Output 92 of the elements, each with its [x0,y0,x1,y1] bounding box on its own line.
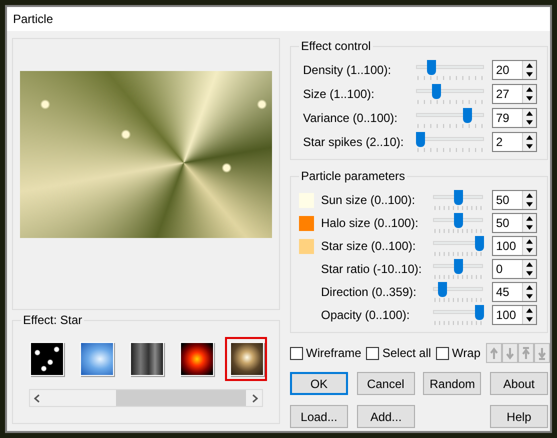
slider-thumb[interactable] [454,213,463,228]
slider[interactable] [416,84,484,99]
slider-thumb[interactable] [427,60,436,75]
slider-label: Star ratio (-10..10): [321,261,423,278]
arrow-icon [488,346,500,360]
spin-arrows-icon[interactable] [522,133,536,151]
slider-label: Density (1..100): [303,62,392,79]
dialog-button[interactable]: Cancel [356,372,415,395]
arrow-icon [504,346,516,360]
tick-marks [433,229,483,233]
spin-arrows-icon[interactable] [522,85,536,103]
window-title: Particle [13,11,54,28]
spin-value: 50 [495,215,510,232]
spin-field[interactable]: 50 [492,213,537,233]
spin-field[interactable]: 100 [492,236,537,256]
slider-label: Size (1..100): [303,86,376,103]
spin-value: 2 [495,134,504,151]
checkbox-label: Select all [382,345,432,362]
arrow-icon [536,346,548,360]
spin-arrows-icon[interactable] [522,237,536,255]
slider-thumb[interactable] [475,305,484,320]
slider[interactable] [433,282,483,297]
spin-value: 100 [495,238,518,255]
checkbox-label: Wireframe [306,345,362,362]
tick-marks [433,206,483,210]
slider[interactable] [433,259,483,274]
slider[interactable] [416,132,484,147]
chevron-right-icon[interactable] [252,394,258,402]
spin-arrows-icon[interactable] [522,109,536,127]
slider-thumb[interactable] [454,190,463,205]
spin-field[interactable]: 0 [492,259,537,279]
spin-arrows-icon[interactable] [522,283,536,301]
spin-value: 100 [495,307,518,324]
slider-thumb[interactable] [432,84,441,99]
spin-field[interactable]: 20 [492,60,537,80]
slider[interactable] [433,305,483,320]
spin-arrows-icon[interactable] [522,214,536,232]
spin-arrows-icon[interactable] [522,191,536,209]
slider-thumb[interactable] [454,259,463,274]
spin-value: 79 [495,110,510,127]
horizontal-scrollbar[interactable] [29,389,263,407]
dialog-button[interactable]: Help [490,405,548,428]
slider-thumb[interactable] [416,132,425,147]
spin-value: 45 [495,284,510,301]
effect-thumbnail[interactable] [225,337,267,381]
slider[interactable] [433,236,483,251]
slider-thumb[interactable] [462,108,472,123]
tick-marks [433,275,483,279]
slider-thumb[interactable] [438,282,448,297]
spin-arrows-icon[interactable] [522,61,536,79]
slider-label: Opacity (0..100): [321,307,411,324]
tick-marks [433,252,483,256]
scrollbar-thumb[interactable] [116,390,246,406]
slider-label: Star size (0..100): [321,238,417,255]
spin-value: 20 [495,62,510,79]
spin-field[interactable]: 50 [492,190,537,210]
color-swatch[interactable] [299,216,314,230]
spin-field[interactable]: 100 [492,305,537,325]
dialog-button[interactable]: OK [290,372,348,395]
tick-marks [433,321,483,325]
slider-label: Direction (0..359): [321,284,418,301]
slider-label: Variance (0..100): [303,110,398,127]
spin-arrows-icon[interactable] [522,260,536,278]
spin-field[interactable]: 79 [492,108,537,128]
dialog-button[interactable]: Random [423,372,482,395]
slider-label: Star spikes (2..10): [303,134,405,151]
tick-marks [433,298,483,302]
dialog-button[interactable]: Add... [357,405,415,428]
spin-arrows-icon[interactable] [522,306,536,324]
slider[interactable] [433,190,483,205]
chevron-left-icon[interactable] [34,394,40,402]
group-title: Particle parameters [299,168,408,184]
checkbox-label: Wrap [452,345,480,362]
slider[interactable] [433,213,483,228]
dialog-button[interactable]: Load... [290,405,348,428]
spin-value: 0 [495,261,504,278]
slider-label: Halo size (0..100): [321,215,420,232]
slider-label: Sun size (0..100): [321,192,416,209]
checkbox[interactable] [436,346,450,360]
spin-field[interactable]: 27 [492,84,537,104]
slider-thumb[interactable] [475,236,484,251]
spin-field[interactable]: 45 [492,282,537,302]
arrow-icon [520,346,532,360]
checkbox[interactable] [366,346,380,360]
slider[interactable] [416,108,484,123]
spin-value: 27 [495,86,510,103]
slider[interactable] [416,60,484,75]
dialog-button[interactable]: About [490,372,548,395]
spin-field[interactable]: 2 [492,132,537,152]
spin-value: 50 [495,192,510,209]
color-swatch[interactable] [299,238,314,254]
checkbox[interactable] [290,346,303,360]
